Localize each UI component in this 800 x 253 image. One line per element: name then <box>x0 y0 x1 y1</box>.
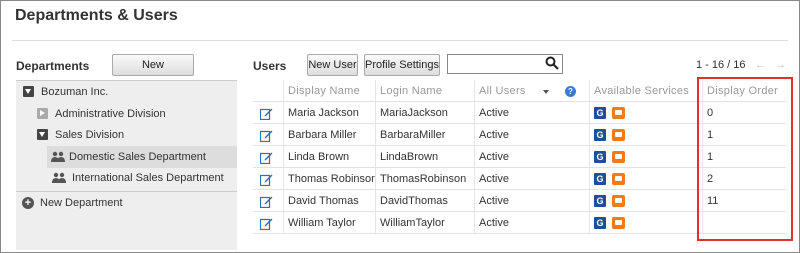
add-department-link[interactable]: + New Department <box>16 192 237 214</box>
help-icon[interactable]: ? <box>565 86 576 97</box>
display-name-cell: Barbara Miller <box>283 124 375 146</box>
edit-cell <box>253 146 283 168</box>
chevron-down-icon[interactable] <box>543 90 549 94</box>
office-service-icon <box>612 129 625 141</box>
tree-item-label: Domestic Sales Department <box>69 151 206 163</box>
next-page-icon[interactable]: → <box>775 59 786 71</box>
new-user-button[interactable]: New User <box>307 54 358 76</box>
login-name-cell: DavidThomas <box>375 190 474 212</box>
edit-icon[interactable] <box>260 195 273 208</box>
garoon-service-icon: G <box>594 107 606 119</box>
status-cell: Active <box>474 124 589 146</box>
header-edit <box>253 80 283 102</box>
tree-item-administrative[interactable]: Administrative Division <box>16 103 237 125</box>
office-service-icon <box>612 217 625 229</box>
tree-item-international-sales[interactable]: International Sales Department <box>16 167 237 189</box>
office-service-icon <box>612 107 625 119</box>
header-available-services: Available Services <box>589 80 702 102</box>
profile-settings-button[interactable]: Profile Settings <box>364 54 440 76</box>
garoon-service-icon: G <box>594 195 606 207</box>
edit-icon[interactable] <box>260 129 273 142</box>
plus-circle-icon: + <box>22 197 34 209</box>
login-name-cell: LindaBrown <box>375 146 474 168</box>
tree-item-label: Administrative Division <box>55 108 166 120</box>
title-divider <box>12 40 788 41</box>
tree-item-domestic-sales[interactable]: Domestic Sales Department <box>47 146 237 168</box>
tree-item-label: Sales Division <box>55 129 125 141</box>
display-name-cell: William Taylor <box>283 212 375 234</box>
edit-icon[interactable] <box>260 217 273 230</box>
group-icon <box>51 151 65 162</box>
login-name-cell: MariaJackson <box>375 102 474 124</box>
garoon-service-icon: G <box>594 217 606 229</box>
office-service-icon <box>612 195 625 207</box>
tree-item-label: Bozuman Inc. <box>41 86 109 98</box>
departments-label: Departments <box>16 59 90 73</box>
edit-cell <box>253 168 283 190</box>
edit-icon[interactable] <box>260 107 273 120</box>
services-cell: G <box>589 190 702 212</box>
users-label: Users <box>253 59 287 73</box>
expand-icon[interactable] <box>37 108 48 119</box>
display-order-highlight <box>697 77 793 241</box>
status-cell: Active <box>474 102 589 124</box>
services-cell: G <box>589 168 702 190</box>
garoon-service-icon: G <box>594 129 606 141</box>
office-service-icon <box>612 151 625 163</box>
services-cell: G <box>589 146 702 168</box>
display-name-cell: David Thomas <box>283 190 375 212</box>
edit-icon[interactable] <box>260 173 273 186</box>
edit-cell <box>253 124 283 146</box>
services-cell: G <box>589 212 702 234</box>
edit-cell <box>253 102 283 124</box>
new-department-button[interactable]: New Department <box>112 54 194 91</box>
header-display-name[interactable]: Display Name <box>283 80 375 102</box>
status-cell: Active <box>474 168 589 190</box>
status-cell: Active <box>474 190 589 212</box>
search-icon[interactable] <box>545 56 559 70</box>
edit-cell <box>253 212 283 234</box>
department-tree: Bozuman Inc. Administrative Division Sal… <box>16 80 237 250</box>
group-icon <box>52 172 66 183</box>
collapse-icon[interactable] <box>23 86 34 97</box>
add-department-label: New Department <box>40 197 123 209</box>
edit-cell <box>253 190 283 212</box>
tree-item-label: International Sales Department <box>72 172 224 184</box>
login-name-cell: ThomasRobinson <box>375 168 474 190</box>
page-title: Departments & Users <box>15 7 178 24</box>
edit-icon[interactable] <box>260 151 273 164</box>
status-cell: Active <box>474 146 589 168</box>
tree-item-bozuman[interactable]: Bozuman Inc. <box>16 81 237 103</box>
status-cell: Active <box>474 212 589 234</box>
header-login-name[interactable]: Login Name <box>375 80 474 102</box>
display-name-cell: Linda Brown <box>283 146 375 168</box>
pager-text: 1 - 16 / 16 <box>696 59 746 71</box>
status-filter-label: All Users <box>479 85 526 97</box>
display-name-cell: Thomas Robinson <box>283 168 375 190</box>
office-service-icon <box>612 173 625 185</box>
display-name-cell: Maria Jackson <box>283 102 375 124</box>
garoon-service-icon: G <box>594 151 606 163</box>
login-name-cell: WilliamTaylor <box>375 212 474 234</box>
tree-item-sales[interactable]: Sales Division <box>16 124 237 146</box>
services-cell: G <box>589 102 702 124</box>
collapse-icon[interactable] <box>37 129 48 140</box>
login-name-cell: BarbaraMiller <box>375 124 474 146</box>
services-cell: G <box>589 124 702 146</box>
garoon-service-icon: G <box>594 173 606 185</box>
prev-page-icon[interactable]: ← <box>755 59 766 71</box>
